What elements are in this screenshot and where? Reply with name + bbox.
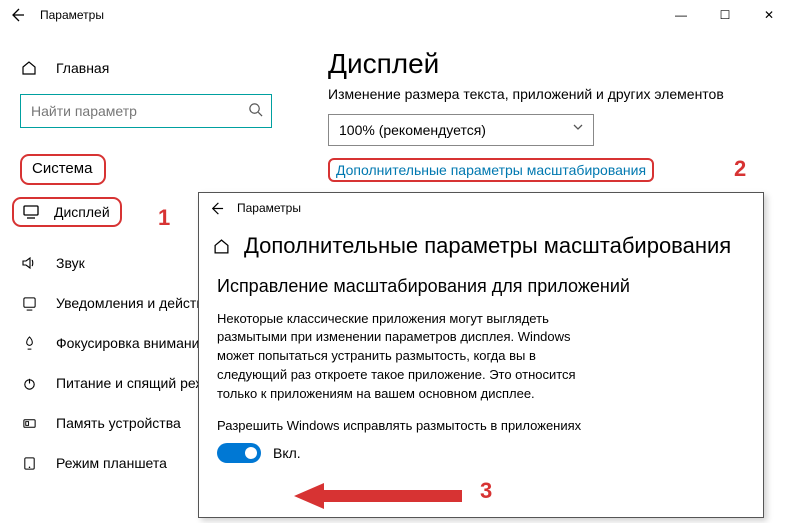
tablet-icon — [20, 454, 38, 472]
toggle-state-label: Вкл. — [273, 445, 301, 461]
focus-icon — [20, 334, 38, 352]
minimize-button[interactable]: — — [659, 0, 703, 30]
overlay-section-heading: Исправление масштабирования для приложен… — [217, 275, 745, 298]
sidebar-item-label: Звук — [56, 255, 85, 271]
sidebar-item-label: Память устройства — [56, 415, 181, 431]
fix-blur-toggle[interactable] — [217, 443, 261, 463]
overlay-allow-label: Разрешить Windows исправлять размытость … — [217, 418, 745, 433]
close-button[interactable]: ✕ — [747, 0, 791, 30]
power-icon — [20, 374, 38, 392]
page-title: Дисплей — [328, 48, 791, 80]
overlay-window-title: Параметры — [233, 201, 301, 215]
overlay-description: Некоторые классические приложения могут … — [217, 310, 607, 404]
maximize-button[interactable]: ☐ — [703, 0, 747, 30]
title-bar: Параметры — ☐ ✕ — [0, 0, 791, 30]
sidebar-home-label: Главная — [56, 60, 109, 76]
arrow-left-icon — [9, 7, 25, 23]
chevron-down-icon — [571, 120, 585, 134]
arrow-left-icon — [209, 201, 224, 216]
search-input[interactable]: Найти параметр — [20, 94, 272, 128]
overlay-home-button[interactable] — [213, 238, 230, 255]
sidebar-section-system: Система — [20, 154, 106, 185]
sound-icon — [20, 254, 38, 272]
window-title: Параметры — [34, 8, 104, 22]
overlay-back-button[interactable] — [199, 193, 233, 223]
annotation-2: 2 — [734, 156, 746, 182]
annotation-3: 3 — [480, 478, 492, 504]
sidebar-item-label: Фокусировка внимания — [56, 335, 207, 351]
scale-subheading: Изменение размера текста, приложений и д… — [328, 86, 791, 102]
annotation-1: 1 — [158, 205, 170, 231]
home-icon — [20, 59, 38, 77]
scale-dropdown[interactable]: 100% (рекомендуется) — [328, 114, 594, 146]
home-icon — [213, 238, 230, 255]
advanced-scaling-link[interactable]: Дополнительные параметры масштабирования — [328, 158, 654, 182]
search-placeholder: Найти параметр — [31, 103, 137, 119]
sidebar-item-label: Режим планшета — [56, 455, 167, 471]
toggle-knob — [245, 447, 257, 459]
sidebar-home[interactable]: Главная — [0, 48, 328, 88]
notify-icon — [20, 294, 38, 312]
sidebar-item-label: Уведомления и действия — [56, 295, 219, 311]
search-icon — [248, 102, 263, 117]
sidebar-item-label: Дисплей — [54, 204, 110, 220]
overlay-heading: Дополнительные параметры масштабирования — [244, 233, 731, 259]
sidebar-item-display[interactable]: Дисплей — [12, 197, 122, 227]
storage-icon — [20, 414, 38, 432]
advanced-scaling-window: Параметры Дополнительные параметры масшт… — [198, 192, 764, 518]
back-button[interactable] — [0, 0, 34, 30]
display-icon — [22, 203, 40, 221]
scale-dropdown-value: 100% (рекомендуется) — [339, 122, 486, 138]
overlay-title-bar: Параметры — [199, 193, 763, 223]
